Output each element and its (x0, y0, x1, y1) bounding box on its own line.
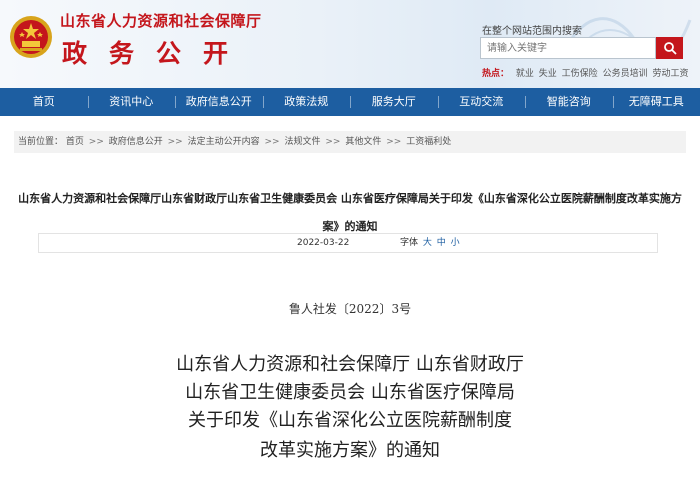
site-subtitle: 政务公开 (62, 39, 251, 68)
font-size-large[interactable]: 大 (423, 238, 432, 248)
search-caption: 在整个网站范围内搜索 (482, 26, 582, 37)
publish-date: 2022-03-22 (297, 238, 350, 248)
breadcrumb-separator: >> (88, 137, 104, 147)
nav-item-interaction[interactable]: 互动交流 (437, 88, 526, 116)
breadcrumb-item[interactable]: 法定主动公开内容 (188, 137, 260, 147)
hot-keyword[interactable]: 就业 (516, 69, 534, 79)
nav-item-policies[interactable]: 政策法规 (262, 88, 351, 116)
font-size-small[interactable]: 小 (451, 238, 460, 248)
breadcrumb-item[interactable]: 法规文件 (284, 137, 320, 147)
font-size-label: 字体 (400, 238, 419, 248)
breadcrumb-item[interactable]: 政府信息公开 (109, 137, 163, 147)
font-size-medium[interactable]: 中 (437, 238, 446, 248)
main-nav: 首页 资讯中心 政府信息公开 政策法规 服务大厅 互动交流 智能咨询 无障碍工具 (0, 88, 700, 116)
nav-item-accessibility[interactable]: 无障碍工具 (612, 88, 700, 116)
body-title-line: 山东省人力资源和社会保障厅 山东省财政厅 (176, 354, 524, 375)
hot-keyword[interactable]: 公务员培训 (603, 69, 648, 79)
hot-keyword[interactable]: 失业 (539, 69, 557, 79)
search-button[interactable] (656, 37, 683, 59)
breadcrumb: 当前位置： 首页 >> 政府信息公开 >> 法定主动公开内容 >> 法规文件 >… (14, 131, 686, 153)
document-number: 鲁人社发〔2022〕3号 (288, 302, 412, 316)
site-header: 山东省人力资源和社会保障厅 政务公开 在整个网站范围内搜索 热点： 就业 失业 … (0, 0, 700, 88)
breadcrumb-separator: >> (325, 137, 341, 147)
body-title-line: 关于印发《山东省深化公立医院薪酬制度 (188, 410, 512, 431)
site-name[interactable]: 山东省人力资源和社会保障厅 (60, 10, 262, 31)
breadcrumb-separator: >> (386, 137, 402, 147)
body-title-line: 山东省卫生健康委员会 山东省医疗保障局 (185, 382, 515, 403)
article-meta: 2022-03-22 字体 大 中 小 (38, 233, 658, 253)
nav-item-news[interactable]: 资讯中心 (87, 88, 176, 116)
search-input[interactable] (480, 37, 656, 59)
font-size-control: 字体 大 中 小 (400, 234, 460, 252)
breadcrumb-separator: >> (167, 137, 183, 147)
body-title-line: 改革实施方案》的通知 (260, 440, 440, 461)
hot-keyword[interactable]: 工伤保险 (562, 69, 598, 79)
national-emblem-icon (10, 16, 52, 58)
breadcrumb-separator: >> (264, 137, 280, 147)
hot-keywords: 热点： 就业 失业 工伤保险 公务员培训 劳动工资 (482, 66, 690, 79)
breadcrumb-item[interactable]: 首页 (66, 137, 84, 147)
nav-item-info-disclosure[interactable]: 政府信息公开 (175, 88, 263, 116)
breadcrumb-item[interactable]: 工资福利处 (406, 137, 451, 147)
nav-item-service-hall[interactable]: 服务大厅 (350, 88, 438, 116)
nav-item-smart-consult[interactable]: 智能咨询 (525, 88, 613, 116)
hot-label: 热点： (482, 69, 510, 79)
nav-item-home[interactable]: 首页 (0, 88, 88, 116)
breadcrumb-prefix: 当前位置： (18, 137, 64, 147)
breadcrumb-item[interactable]: 其他文件 (345, 137, 381, 147)
search-icon (663, 42, 677, 55)
hot-keyword[interactable]: 劳动工资 (652, 69, 688, 79)
